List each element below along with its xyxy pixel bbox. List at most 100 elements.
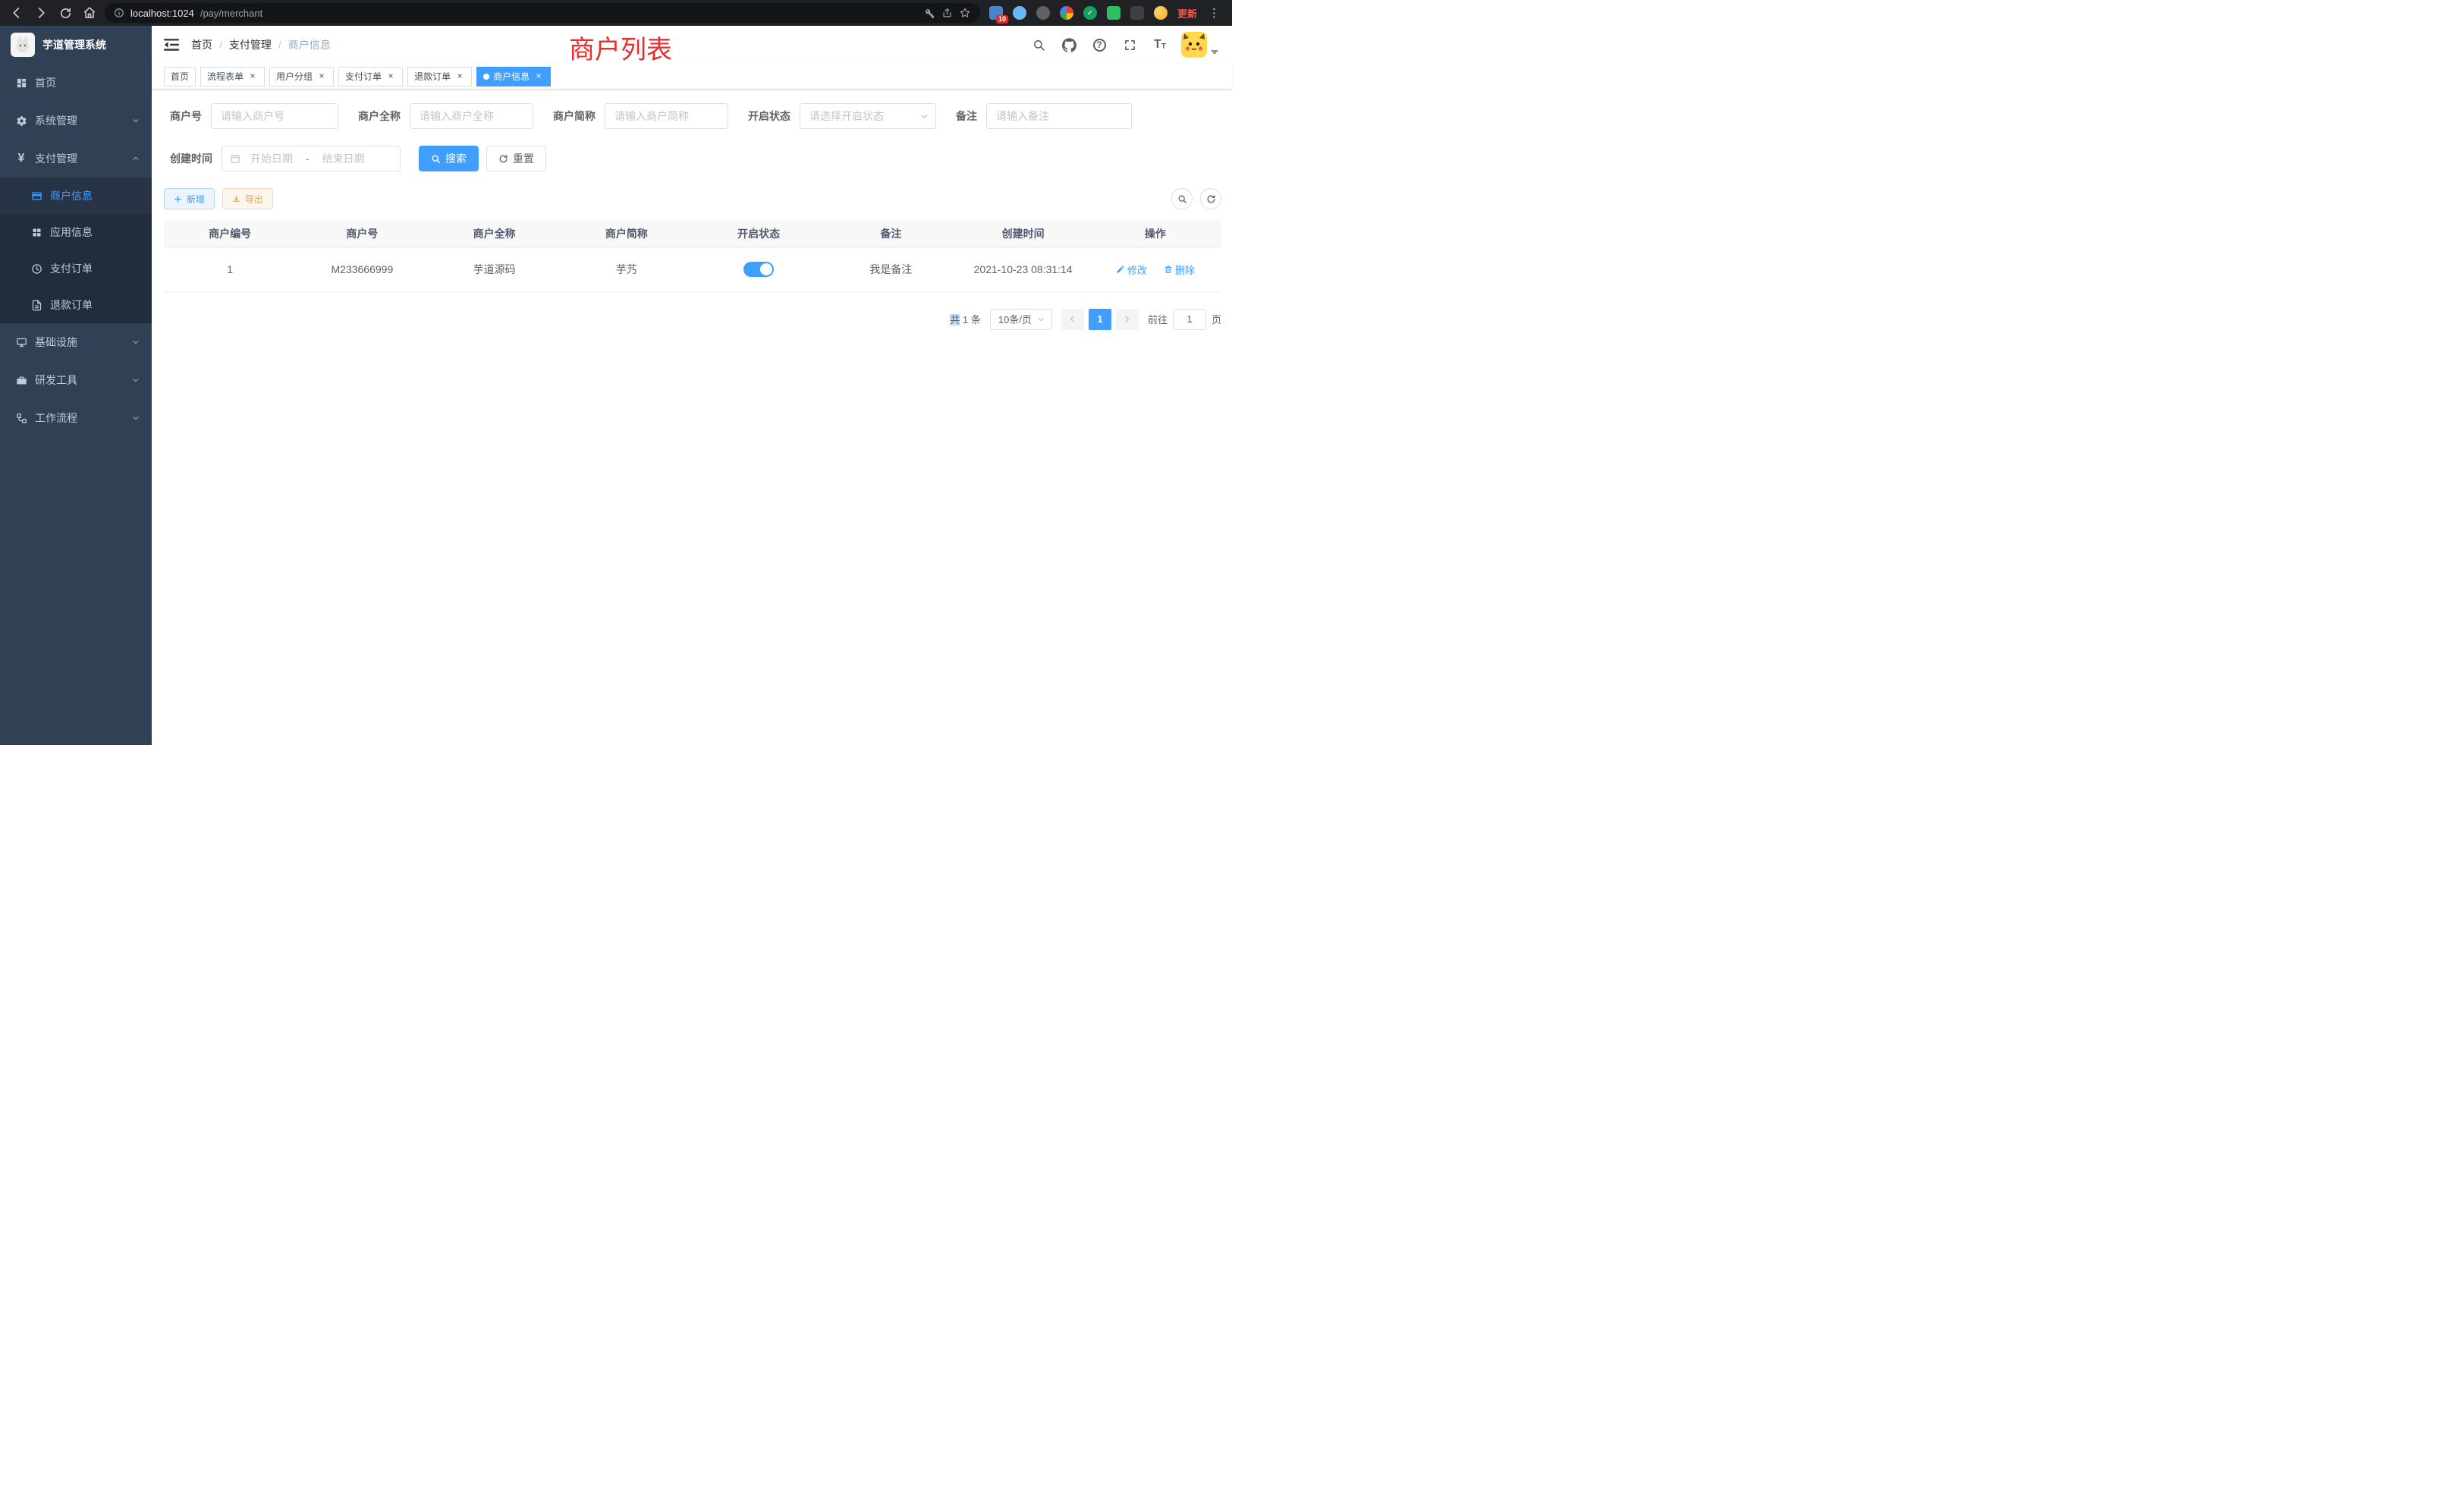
prev-page-button[interactable] [1061,309,1084,330]
site-info-icon[interactable] [114,8,124,18]
remark-label: 备注 [956,108,986,124]
extension-icon-6[interactable] [1107,6,1120,20]
home-button[interactable] [80,4,99,22]
tab-home[interactable]: 首页 [164,67,196,86]
sidebar-item-workflow[interactable]: 工作流程 [0,399,152,437]
breadcrumb-payment[interactable]: 支付管理 [229,37,272,52]
cell-actions: 修改 删除 [1089,247,1221,291]
tab-refund-order[interactable]: 退款订单 × [407,67,472,86]
password-key-icon[interactable] [924,8,935,19]
fullscreen-icon[interactable] [1120,36,1139,54]
extension-icon-7[interactable] [1130,6,1144,20]
close-icon[interactable]: × [533,71,544,82]
grid-icon [30,226,42,238]
close-icon[interactable]: × [454,71,465,82]
forward-button[interactable] [32,4,50,22]
font-size-icon[interactable]: TT [1151,36,1169,54]
sidebar-toggle-icon[interactable] [152,38,191,52]
main-area: 首页 / 支付管理 / 商户信息 ? TT [152,26,1232,745]
breadcrumb-separator: / [219,39,222,51]
extension-icon-3[interactable] [1036,6,1050,20]
start-date-input[interactable] [244,152,300,165]
address-bar[interactable]: localhost:1024/pay/merchant [105,3,980,23]
extension-icon-1[interactable]: 10 [989,6,1003,20]
github-icon[interactable] [1060,36,1078,54]
tab-user-group[interactable]: 用户分组 × [269,67,334,86]
breadcrumb-home[interactable]: 首页 [191,37,212,52]
reset-button[interactable]: 重置 [486,146,546,171]
sidebar-item-refund-order[interactable]: 退款订单 [0,287,152,323]
page-number-button[interactable]: 1 [1089,309,1111,330]
close-icon[interactable]: × [316,71,327,82]
extension-icon-2[interactable] [1013,6,1026,20]
full-name-input[interactable] [410,103,533,129]
search-button-label: 搜索 [445,151,467,166]
sidebar-item-payment[interactable]: ¥ 支付管理 [0,140,152,178]
app-logo-row[interactable]: 芋道管理系统 [0,26,152,64]
remark-input[interactable] [986,103,1132,129]
refresh-button[interactable] [1200,188,1221,209]
sidebar-item-label: 基础设施 [35,335,124,350]
back-button[interactable] [8,4,26,22]
filter-row-1: 商户号 商户全称 商户简称 开启状态 请选择开启状态 [164,103,1221,129]
add-button[interactable]: 新增 [164,188,215,209]
sidebar-item-devtools[interactable]: 研发工具 [0,361,152,399]
extension-icon-4[interactable] [1060,6,1073,20]
short-name-input[interactable] [605,103,728,129]
full-name-label: 商户全称 [358,108,410,124]
edit-button[interactable]: 修改 [1116,262,1147,277]
next-page-button[interactable] [1116,309,1139,330]
tab-merchant-info[interactable]: 商户信息 × [476,67,551,86]
status-toggle[interactable] [743,262,774,277]
sidebar: 芋道管理系统 首页 系统管理 ¥ 支付管理 [0,26,152,745]
reset-button-label: 重置 [513,151,534,166]
cell-full-name: 芋道源码 [429,247,561,291]
status-select[interactable]: 请选择开启状态 [800,103,936,129]
browser-profile-avatar[interactable] [1154,6,1168,20]
delete-button[interactable]: 删除 [1164,262,1195,277]
sidebar-item-pay-order[interactable]: 支付订单 [0,250,152,287]
extension-icon-5[interactable]: ✓ [1083,6,1097,20]
end-date-input[interactable] [316,152,372,165]
breadcrumb-current: 商户信息 [288,37,331,52]
chevron-down-icon [132,414,140,422]
create-time-range-picker[interactable]: - [222,146,401,171]
url-path: /pay/merchant [200,8,262,19]
export-button[interactable]: 导出 [222,188,273,209]
browser-update-button[interactable]: 更新 [1177,6,1197,20]
status-select-placeholder: 请选择开启状态 [809,108,884,124]
create-time-label: 创建时间 [170,151,222,166]
tab-pay-order[interactable]: 支付订单 × [338,67,403,86]
tab-process-form[interactable]: 流程表单 × [200,67,265,86]
share-icon[interactable] [941,8,953,19]
table-header-cell: 创建时间 [957,220,1089,247]
delete-button-label: 删除 [1175,262,1195,277]
tab-label: 用户分组 [276,70,313,83]
date-range-separator: - [303,152,313,165]
sidebar-item-system[interactable]: 系统管理 [0,102,152,140]
goto-page-input[interactable] [1173,309,1206,330]
tab-label: 首页 [171,70,189,83]
sidebar-menu: 首页 系统管理 ¥ 支付管理 [0,64,152,437]
user-avatar-menu[interactable] [1181,32,1218,58]
sidebar-item-app-info[interactable]: 应用信息 [0,214,152,250]
reload-button[interactable] [56,4,74,22]
tab-label: 商户信息 [493,70,530,83]
sidebar-item-merchant-info[interactable]: 商户信息 [0,178,152,214]
search-icon[interactable] [1029,36,1048,54]
bookmark-star-icon[interactable] [959,7,971,19]
payment-submenu: 商户信息 应用信息 支付订单 [0,178,152,323]
page-size-select[interactable]: 10条/页 [990,309,1052,330]
search-button[interactable]: 搜索 [419,146,479,171]
sidebar-item-home[interactable]: 首页 [0,64,152,102]
merchant-no-input[interactable] [211,103,338,129]
breadcrumb-separator: / [278,39,281,51]
help-icon[interactable]: ? [1090,36,1108,54]
dashboard-icon [15,77,27,89]
browser-menu-icon[interactable]: ⋮ [1207,6,1221,20]
close-icon[interactable]: × [385,71,396,82]
sidebar-item-infrastructure[interactable]: 基础设施 [0,323,152,361]
sidebar-item-label: 研发工具 [35,372,124,388]
close-icon[interactable]: × [247,71,258,82]
toggle-search-button[interactable] [1171,188,1193,209]
